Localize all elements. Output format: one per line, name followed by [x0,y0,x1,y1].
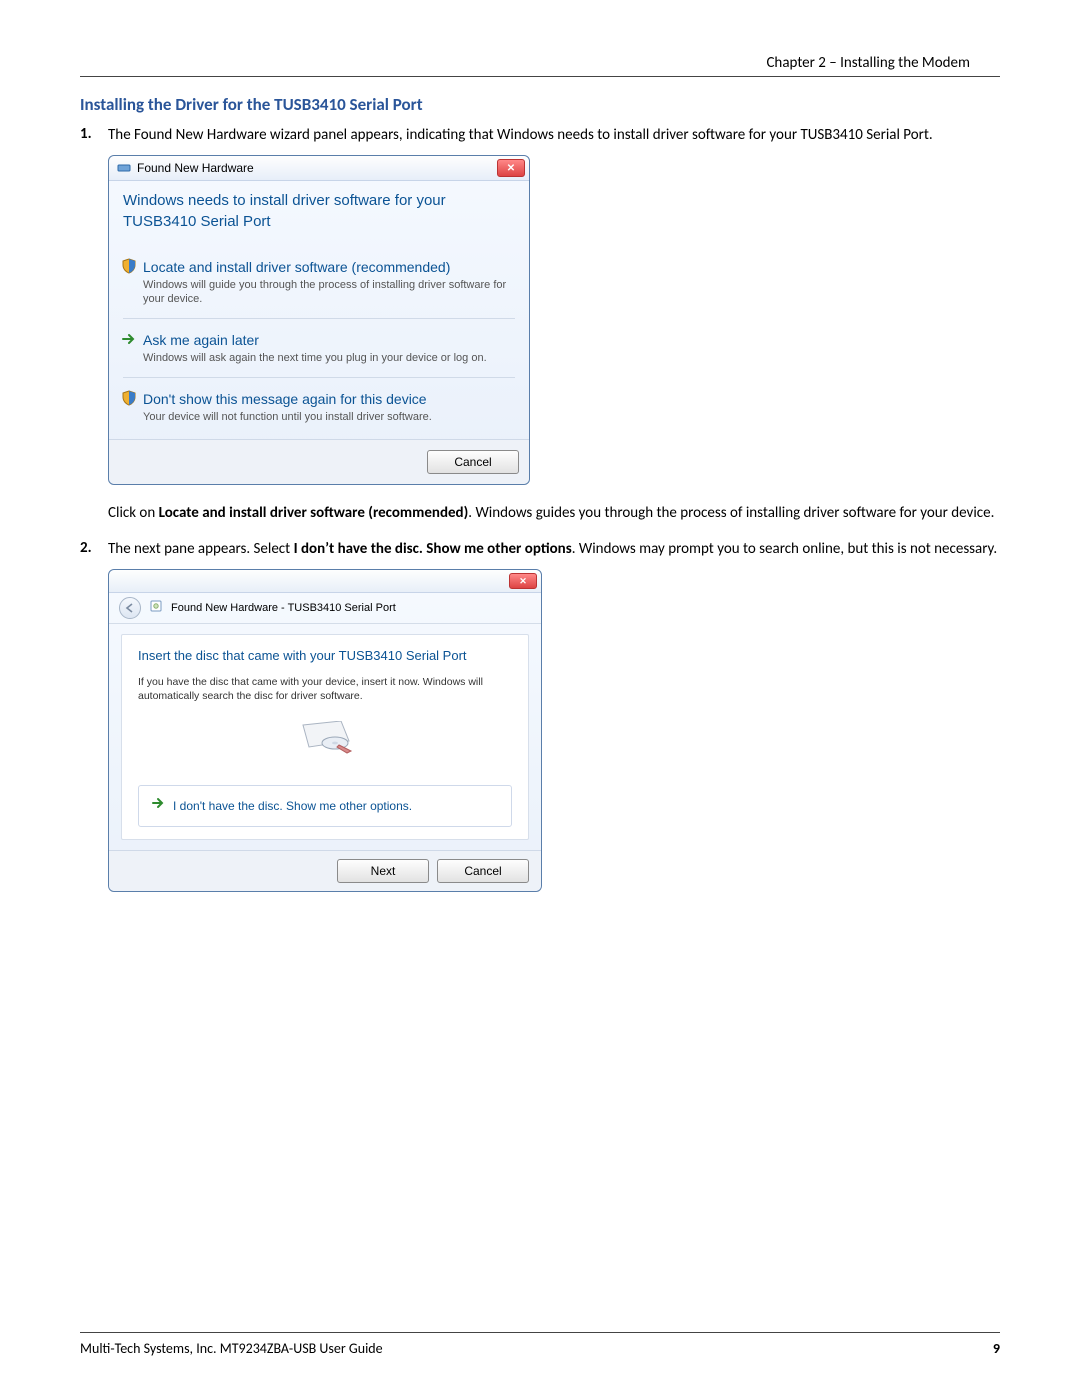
divider [80,76,1000,77]
arrow-right-icon [151,796,165,816]
option-desc: Windows will ask again the next time you… [143,351,515,365]
arrow-right-icon [121,331,137,347]
cancel-button[interactable]: Cancel [437,859,529,883]
step-number: 2. [80,539,108,892]
step-2: 2. The next pane appears. Select I don’t… [80,539,1000,892]
page-header: Chapter 2 – Installing the Modem [766,54,970,72]
dialog-footer: Cancel [109,439,529,484]
shield-icon [121,258,137,274]
option-label: Locate and install driver software (reco… [143,258,515,277]
back-button[interactable] [119,597,141,619]
dialog-title-bar: Found New Hardware ✕ [109,156,529,181]
step-number: 1. [80,125,108,533]
step-text: The Found New Hardware wizard panel appe… [108,125,1000,145]
dialog-title-bar: ✕ [109,570,541,593]
dialog-breadcrumb: Found New Hardware - TUSB3410 Serial Por… [171,601,396,616]
divider [123,377,515,378]
option-label: Don't show this message again for this d… [143,390,515,409]
step-text: The next pane appears. Select I don’t ha… [108,539,1000,559]
dialog-found-new-hardware: Found New Hardware ✕ Windows needs to in… [108,155,530,484]
dialog-heading: Insert the disc that came with your TUSB… [138,647,512,665]
dialog-header-row: Found New Hardware - TUSB3410 Serial Por… [109,593,541,624]
device-icon [149,599,163,618]
divider [80,1332,1000,1333]
dialog-headline: Windows needs to install driver software… [123,191,515,232]
option-ask-later[interactable]: Ask me again later Windows will ask agai… [123,325,515,371]
dialog-footer: Next Cancel [109,850,541,891]
page-number: 9 [993,1340,1000,1357]
cancel-button[interactable]: Cancel [427,450,519,474]
option-label: Ask me again later [143,331,515,350]
divider [123,318,515,319]
option-desc: Your device will not function until you … [143,410,515,424]
section-heading: Installing the Driver for the TUSB3410 S… [80,94,1000,115]
close-button[interactable]: ✕ [509,573,537,589]
page-footer-left: Multi-Tech Systems, Inc. MT9234ZBA-USB U… [80,1340,383,1357]
disc-drive-illustration [138,721,512,755]
step-1: 1. The Found New Hardware wizard panel a… [80,125,1000,533]
step-text: Click on Locate and install driver softw… [108,503,1000,523]
dialog-subtext: If you have the disc that came with your… [138,675,512,703]
option-locate-install[interactable]: Locate and install driver software (reco… [123,252,515,312]
shield-icon [121,390,137,406]
option-no-disc[interactable]: I don't have the disc. Show me other opt… [138,785,512,827]
option-dont-show[interactable]: Don't show this message again for this d… [123,384,515,430]
dialog-title: Found New Hardware [137,160,497,176]
close-button[interactable]: ✕ [497,159,525,177]
option-label: I don't have the disc. Show me other opt… [173,798,412,814]
dialog-insert-disc: ✕ Found N [108,569,542,892]
device-icon [117,161,131,175]
option-desc: Windows will guide you through the proce… [143,278,515,307]
next-button[interactable]: Next [337,859,429,883]
